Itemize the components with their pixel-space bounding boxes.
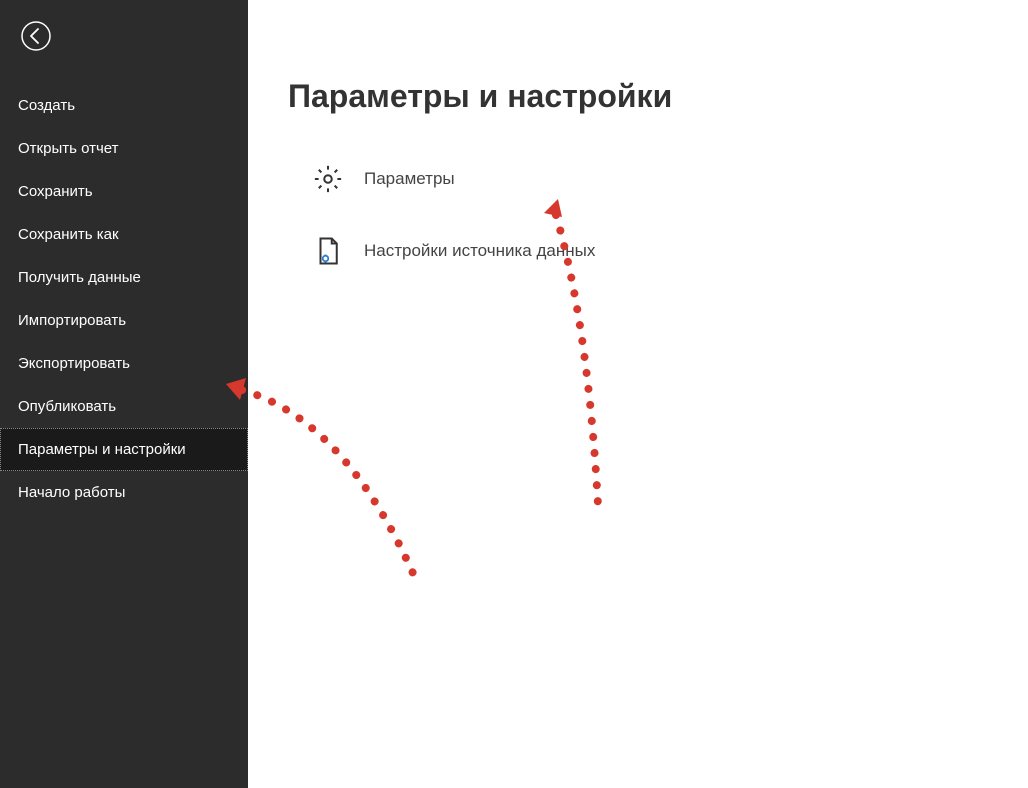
back-button[interactable]: [18, 20, 54, 56]
sidebar-item-open-report[interactable]: Открыть отчет: [0, 127, 248, 170]
sidebar-item-export[interactable]: Экспортировать: [0, 342, 248, 385]
sidebar-item-import[interactable]: Импортировать: [0, 299, 248, 342]
sidebar-item-label: Экспортировать: [18, 355, 130, 372]
sidebar-item-label: Сохранить как: [18, 226, 119, 243]
sidebar-item-label: Параметры и настройки: [18, 441, 186, 458]
sidebar-item-getting-started[interactable]: Начало работы: [0, 471, 248, 514]
main-panel: Параметры и настройки Параметры Настройк…: [248, 0, 1028, 788]
back-arrow-icon: [20, 20, 52, 57]
sidebar-item-label: Импортировать: [18, 312, 126, 329]
page-title: Параметры и настройки: [288, 78, 988, 115]
sidebar-item-save[interactable]: Сохранить: [0, 170, 248, 213]
annotation-arrow-left: [216, 370, 456, 610]
option-label: Настройки источника данных: [364, 241, 595, 261]
sidebar-item-label: Создать: [18, 97, 75, 114]
sidebar-item-create[interactable]: Создать: [0, 84, 248, 127]
sidebar-item-options-settings[interactable]: Параметры и настройки: [0, 428, 248, 471]
option-data-source-settings[interactable]: Настройки источника данных: [288, 235, 988, 267]
option-parameters[interactable]: Параметры: [288, 163, 988, 195]
sidebar-item-label: Опубликовать: [18, 398, 116, 415]
sidebar-item-save-as[interactable]: Сохранить как: [0, 213, 248, 256]
option-label: Параметры: [364, 169, 455, 189]
gear-icon: [312, 163, 344, 195]
document-gear-icon: [312, 235, 344, 267]
sidebar-item-label: Получить данные: [18, 269, 141, 286]
sidebar-item-label: Начало работы: [18, 484, 125, 501]
sidebar-item-label: Открыть отчет: [18, 140, 119, 157]
sidebar-item-publish[interactable]: Опубликовать: [0, 385, 248, 428]
sidebar: Создать Открыть отчет Сохранить Сохранит…: [0, 0, 248, 788]
sidebar-item-get-data[interactable]: Получить данные: [0, 256, 248, 299]
sidebar-item-label: Сохранить: [18, 183, 93, 200]
